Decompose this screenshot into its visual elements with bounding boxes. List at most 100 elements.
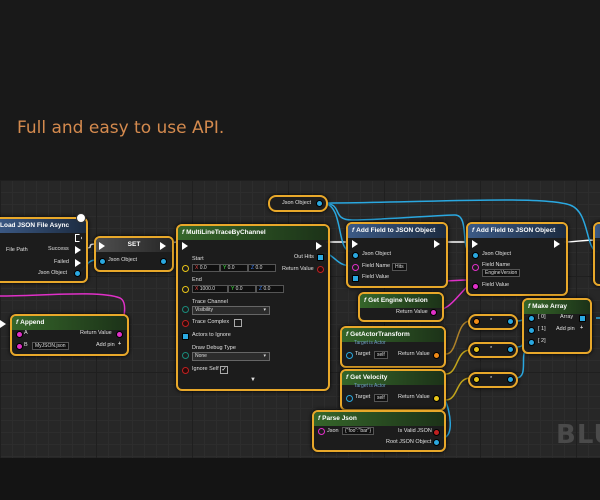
append-b-pin[interactable] [16,343,23,350]
set-json-out-pin[interactable] [160,258,167,265]
add1-exec-in[interactable] [352,240,358,248]
end-x-field[interactable]: X 1000.0 [192,285,228,293]
ignore-self-label: Ignore Self [192,366,219,372]
add2-field-value-pin[interactable] [472,283,479,290]
root-json-pin[interactable] [433,439,440,446]
trace-exec-in[interactable] [182,242,188,250]
add1-field-name-input[interactable]: Hits [392,263,407,271]
end-pin[interactable] [182,286,189,293]
conversion-node[interactable]: * [468,372,518,388]
velocity-return-pin[interactable] [433,395,440,402]
failed-exec-pin[interactable] [75,259,81,267]
node-title: Make Array [532,303,567,310]
add1-exec-out[interactable] [434,240,440,248]
append-a-pin[interactable] [16,331,23,338]
trace-channel-value: Visibility [195,307,213,313]
conversion-node[interactable]: * [468,314,518,330]
array-index-2-pin[interactable] [528,339,535,346]
array-index-1-pin[interactable] [528,327,535,334]
draw-debug-dropdown[interactable]: None ▾ [192,352,270,361]
array-output-pin[interactable] [579,315,586,322]
array-add-pin-label[interactable]: Add pin [556,326,575,333]
append-add-pin-label[interactable]: Add pin [96,342,115,349]
blueprint-graph[interactable]: Load JSON File Async File Path Success F… [0,180,600,458]
node-offscreen[interactable] [593,222,600,286]
tagline: Full and easy to use API. [17,118,225,138]
append-return-pin[interactable] [116,331,123,338]
conv-in-pin[interactable] [473,376,480,383]
trace-channel-dropdown[interactable]: Visibility ▾ [192,306,270,315]
set-exec-in[interactable] [99,242,105,250]
add2-field-name-pin[interactable] [472,264,479,271]
is-valid-pin[interactable] [433,429,440,436]
add1-json-pin[interactable] [352,252,359,259]
ignore-self-checkbox[interactable]: ✓ [220,366,228,374]
node-set[interactable]: SET Json Object [94,236,174,272]
json-object-var-pin[interactable] [316,200,323,207]
add2-exec-in[interactable] [472,240,478,248]
node-get-velocity[interactable]: f Get Velocity Target is Actor Target sel… [340,369,446,411]
node-get-actor-transform[interactable]: f GetActorTransform Target is Actor Targe… [340,326,446,368]
velocity-target-pin[interactable] [346,395,353,402]
node-make-array[interactable]: f Make Array [ 0] [ 1] [ 2] Array Add pin… [522,298,592,354]
velocity-target-input[interactable]: self [374,394,388,402]
add2-json-pin[interactable] [472,252,479,259]
transform-target-input[interactable]: self [374,351,388,359]
json-object-pin[interactable] [74,270,81,277]
start-pin[interactable] [182,265,189,272]
trace-complex-checkbox[interactable] [234,319,242,327]
node-load-json-file-async[interactable]: Load JSON File Async File Path Success F… [0,217,88,283]
node-title: MultiLineTraceByChannel [186,229,266,236]
trace-return-pin[interactable] [317,266,324,273]
node-add-field-engine-version[interactable]: f Add Field to JSON Object Json Object Fi… [466,222,568,296]
offscreen-exec-pin[interactable] [0,320,6,328]
plus-icon[interactable]: + [580,325,583,332]
add2-exec-out[interactable] [554,240,560,248]
node-append[interactable]: f Append A B MyJSON.json Return Value Add… [10,314,129,356]
node-header: f Add Field to JSON Object [468,224,566,238]
trace-channel-pin[interactable] [182,306,189,313]
parse-json-pin[interactable] [318,428,325,435]
engine-return-pin[interactable] [430,309,437,316]
conversion-node[interactable]: * [468,342,518,358]
set-json-in-pin[interactable] [99,258,106,265]
array-index-2-label: [ 2] [538,338,546,344]
expand-arrow-icon[interactable]: ▼ [250,377,256,384]
add2-field-name-input[interactable]: EngineVersion [482,269,521,277]
add1-field-name-pin[interactable] [352,264,359,271]
ignore-self-pin[interactable] [182,367,189,374]
draw-debug-pin[interactable] [182,352,189,359]
plus-icon[interactable]: + [118,341,121,348]
trace-exec-out[interactable] [316,242,322,250]
out-hits-pin[interactable] [317,254,324,261]
conv-out-pin[interactable] [507,376,514,383]
end-z-field[interactable]: Z 0.0 [256,285,284,293]
parse-json-input[interactable]: {"foo":"bar"} [342,427,375,435]
success-exec-pin[interactable] [75,246,81,254]
start-x-field[interactable]: X 0.0 [192,264,220,272]
actors-to-ignore-pin[interactable] [182,333,189,340]
success-label: Success [48,246,69,252]
end-x-value: 1000.0 [199,286,216,292]
node-get-engine-version[interactable]: f Get Engine Version Return Value [358,292,444,322]
conv-in-pin[interactable] [473,346,480,353]
add1-field-value-pin[interactable] [352,275,359,282]
node-parse-json[interactable]: f Parse Json Json {"foo":"bar"} Is Valid … [312,410,446,452]
end-y-field[interactable]: Y 0.0 [228,285,256,293]
node-json-object-variable[interactable]: Json Object [268,195,328,212]
set-exec-out[interactable] [160,242,166,250]
node-multi-line-trace[interactable]: f MultiLineTraceByChannel Out Hits Return… [176,224,330,391]
start-z-field[interactable]: Z 0.0 [248,264,276,272]
conv-out-pin[interactable] [507,318,514,325]
transform-target-pin[interactable] [346,352,353,359]
append-b-input[interactable]: MyJSON.json [32,342,69,350]
completed-exec-pin[interactable] [75,234,82,242]
start-y-field[interactable]: Y 0.0 [220,264,248,272]
trace-complex-pin[interactable] [182,320,189,327]
conv-out-pin[interactable] [507,346,514,353]
conv-in-pin[interactable] [473,318,480,325]
node-title: Load JSON File Async [0,219,86,233]
node-add-field-hits[interactable]: f Add Field to JSON Object Json Object Fi… [346,222,448,288]
transform-return-pin[interactable] [433,352,440,359]
array-index-0-pin[interactable] [528,315,535,322]
